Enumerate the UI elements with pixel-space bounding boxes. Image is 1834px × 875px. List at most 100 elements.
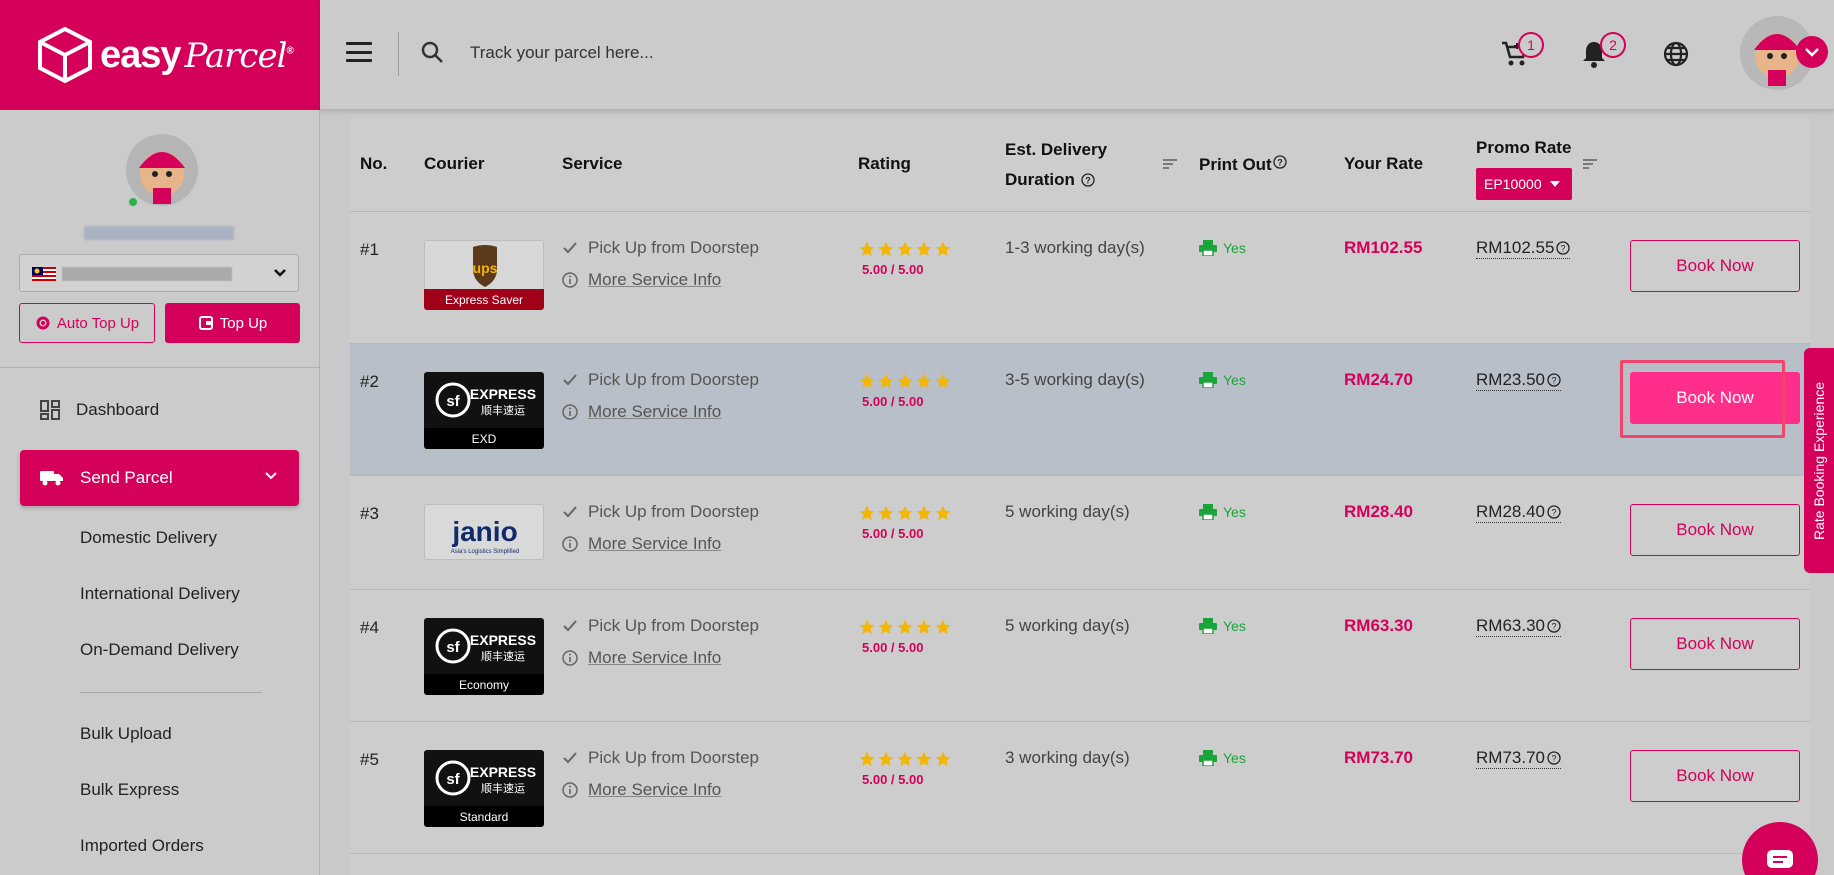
more-info-line[interactable]: More Service Info (562, 528, 759, 560)
promo-rate[interactable]: RM23.50? (1476, 370, 1561, 391)
delivery-duration: 5 working day(s) (1005, 502, 1130, 521)
row-number: #3 (360, 504, 379, 523)
sf-express-text: EXPRESS (470, 632, 536, 648)
more-service-info-link[interactable]: More Service Info (588, 642, 721, 674)
sidebar-item-send-parcel[interactable]: Send Parcel (20, 450, 299, 506)
sidebar-item-imported-orders[interactable]: Imported Orders (80, 836, 204, 856)
track-parcel-input[interactable] (470, 40, 970, 66)
svg-text:?: ? (1551, 376, 1556, 386)
rating-score: 5.00 / 5.00 (862, 262, 924, 277)
more-info-line[interactable]: More Service Info (562, 264, 759, 296)
book-now-button[interactable]: Book Now (1630, 504, 1800, 556)
print-out: Yes (1199, 240, 1246, 256)
sf-express-text: EXPRESS (470, 386, 536, 402)
topup-button[interactable]: Top Up (165, 303, 300, 343)
pickup-label: Pick Up from Doorstep (588, 616, 759, 635)
print-out-value: Yes (1223, 618, 1246, 634)
menu-icon[interactable] (346, 42, 372, 62)
info-icon (562, 650, 578, 666)
brand-name: easy Parcel® (100, 33, 294, 77)
your-rate: RM24.70 (1344, 370, 1413, 389)
service-tag: Standard (424, 806, 544, 827)
check-icon (563, 374, 577, 386)
sidebar-item-bulk-express[interactable]: Bulk Express (80, 780, 179, 800)
star-icon (935, 241, 951, 257)
sf-express-icon: sf EXPRESS 顺丰速运 (435, 760, 536, 796)
sidebar-item-international-delivery[interactable]: International Delivery (80, 584, 240, 604)
dashboard-icon (40, 400, 60, 420)
book-now-button[interactable]: Book Now (1630, 240, 1800, 292)
more-info-line[interactable]: More Service Info (562, 396, 759, 428)
auto-topup-button[interactable]: Auto Top Up (19, 303, 155, 343)
your-rate: RM63.30 (1344, 616, 1413, 635)
brand-easy: easy (100, 33, 182, 76)
star-icon (916, 373, 932, 389)
info-icon (562, 404, 578, 420)
star-icon (878, 751, 894, 767)
header-duration-line1: Est. Delivery (1005, 140, 1108, 159)
star-icon (897, 751, 913, 767)
account-select[interactable] (19, 254, 299, 292)
more-info-line[interactable]: More Service Info (562, 774, 759, 806)
topup-label: Top Up (219, 314, 268, 332)
sf-express-icon: sf EXPRESS 顺丰速运 (435, 628, 536, 664)
auto-topup-label: Auto Top Up (56, 314, 140, 332)
info-icon (562, 536, 578, 552)
pickup-label: Pick Up from Doorstep (588, 748, 759, 767)
star-icon (897, 619, 913, 635)
service-tag: EXD (424, 428, 544, 449)
sidebar-item-on-demand-delivery[interactable]: On-Demand Delivery (80, 640, 239, 660)
help-icon[interactable]: ? (1081, 173, 1095, 187)
sort-icon[interactable] (1162, 158, 1178, 170)
promo-code-dropdown[interactable]: EP10000 (1476, 168, 1572, 200)
more-service-info-link[interactable]: More Service Info (588, 774, 721, 806)
search-icon (421, 41, 443, 63)
pickup-label: Pick Up from Doorstep (588, 370, 759, 389)
sidebar-item-bulk-upload[interactable]: Bulk Upload (80, 724, 172, 744)
star-icon (935, 373, 951, 389)
sidebar-item-dashboard[interactable]: Dashboard (40, 400, 159, 420)
sidebar-item-domestic-delivery[interactable]: Domestic Delivery (80, 528, 217, 548)
header-rating: Rating (858, 154, 911, 173)
star-icon (935, 751, 951, 767)
printer-icon (1199, 240, 1217, 256)
pickup-label: Pick Up from Doorstep (588, 238, 759, 257)
promo-rate[interactable]: RM102.55? (1476, 238, 1571, 259)
sidebar: Auto Top Up Top Up Dashboard Send Parcel… (0, 110, 320, 875)
check-icon (563, 506, 577, 518)
app-root: easyParcel® 1 2 Auto Top Up (0, 0, 1834, 875)
star-icon (878, 241, 894, 257)
rate-booking-experience-tab[interactable]: Rate Booking Experience (1804, 348, 1834, 573)
top-bar: 1 2 (320, 0, 1834, 110)
divider (0, 367, 320, 368)
sidebar-item-label: Send Parcel (80, 468, 173, 487)
promo-rate[interactable]: RM28.40? (1476, 502, 1561, 523)
book-now-button[interactable]: Book Now (1630, 618, 1800, 670)
rating-score: 5.00 / 5.00 (862, 394, 924, 409)
courier-rate-table: No. Courier Service Rating Est. Delivery… (350, 118, 1810, 875)
chevron-down-icon (274, 269, 286, 277)
book-now-button[interactable]: Book Now (1630, 750, 1800, 802)
star-icon (916, 751, 932, 767)
more-service-info-link[interactable]: More Service Info (588, 264, 721, 296)
promo-rate[interactable]: RM73.70? (1476, 748, 1561, 769)
print-out-value: Yes (1223, 750, 1246, 766)
logo[interactable]: easy Parcel® (0, 0, 320, 110)
service-tag: Express Saver (424, 289, 544, 310)
info-icon (562, 782, 578, 798)
divider (398, 32, 399, 76)
header-print-out: Print Out ? (1199, 155, 1287, 175)
sidebar-item-label: Dashboard (76, 400, 160, 419)
sort-icon[interactable] (1582, 158, 1598, 170)
more-service-info-link[interactable]: More Service Info (588, 528, 721, 560)
more-info-line[interactable]: More Service Info (562, 642, 759, 674)
promo-rate-value: RM102.55 (1476, 238, 1555, 257)
janio-logo-text: janio (451, 516, 517, 547)
star-icon (935, 505, 951, 521)
star-rating (858, 240, 952, 258)
promo-rate[interactable]: RM63.30? (1476, 616, 1561, 637)
globe-icon[interactable] (1660, 38, 1692, 70)
more-service-info-link[interactable]: More Service Info (588, 396, 721, 428)
account-menu-chevron-icon[interactable] (1796, 36, 1828, 68)
help-icon[interactable]: ? (1273, 155, 1287, 169)
